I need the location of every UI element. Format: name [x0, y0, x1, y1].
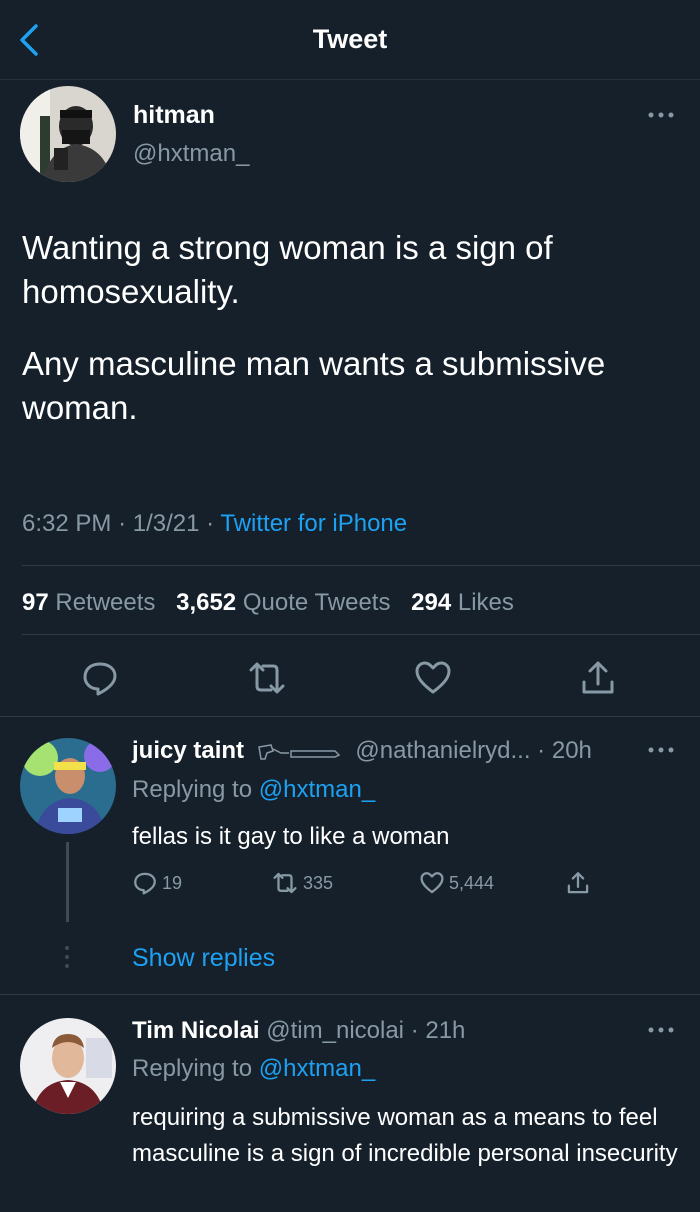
author-name[interactable]: hitman — [133, 101, 215, 130]
quote-tweets-label[interactable]: Quote Tweets — [243, 589, 391, 616]
divider — [0, 994, 700, 995]
reply-action[interactable]: 19 — [132, 870, 182, 896]
profile-photo-icon — [20, 738, 116, 834]
share-icon[interactable] — [578, 658, 618, 698]
reply-icon — [134, 872, 156, 895]
divider — [22, 634, 700, 635]
tweet-paragraph: Wanting a strong woman is a sign of homo… — [22, 229, 553, 310]
retweets-label[interactable]: Retweets — [55, 589, 155, 616]
reply-age: 20h — [551, 737, 592, 764]
replying-to-handle[interactable]: @hxtman_ — [259, 1055, 375, 1082]
reply-header: Tim Nicolai @tim_nicolai · 21h — [132, 1017, 466, 1044]
replying-to-handle[interactable]: @hxtman_ — [259, 776, 375, 803]
avatar[interactable] — [20, 738, 116, 834]
replying-to-label: Replying to — [132, 1055, 253, 1082]
profile-photo-icon — [20, 1018, 116, 1114]
reply-text: requiring a submissive woman as a means … — [132, 1104, 678, 1167]
tweet-date: 1/3/21 — [132, 510, 200, 537]
tweet-body: Wanting a strong woman is a sign of homo… — [22, 226, 672, 458]
tweet-metadata: 6:32 PM · 1/3/21 · Twitter for iPhone — [22, 510, 408, 537]
thread-dots-icon — [65, 946, 69, 968]
retweet-icon — [273, 872, 297, 894]
avatar[interactable] — [20, 86, 116, 182]
quote-tweets-count[interactable]: 3,652 — [176, 589, 236, 616]
like-action[interactable]: 5,444 — [419, 870, 494, 896]
gun-emoji-icon — [257, 743, 340, 760]
more-options-icon[interactable] — [646, 1025, 676, 1035]
reply-author-handle[interactable]: @nathanielryd... — [355, 737, 530, 764]
tweet-time: 6:32 PM — [22, 510, 112, 537]
divider — [22, 565, 700, 566]
reply-author-name[interactable]: juicy taint — [132, 737, 244, 764]
top-bar: Tweet — [0, 0, 700, 80]
author-handle[interactable]: @hxtman_ — [133, 140, 249, 168]
likes-count[interactable]: 294 — [411, 589, 451, 616]
profile-photo-icon — [20, 86, 116, 182]
show-replies-link[interactable]: Show replies — [132, 944, 275, 973]
reply-text: fellas is it gay to like a woman — [132, 823, 450, 850]
reply-icon[interactable] — [80, 658, 120, 698]
retweet-icon[interactable] — [247, 658, 287, 698]
retweet-action[interactable]: 335 — [271, 870, 333, 896]
reply-age: 21h — [425, 1017, 466, 1044]
avatar[interactable] — [20, 1018, 116, 1114]
like-count: 5,444 — [449, 872, 495, 893]
more-options-icon[interactable] — [646, 110, 676, 120]
replying-to: Replying to @hxtman_ — [132, 776, 375, 804]
page-title: Tweet — [312, 24, 388, 54]
thread-line — [66, 842, 69, 922]
reply-author-handle[interactable]: @tim_nicolai — [266, 1017, 404, 1044]
reply-count: 19 — [162, 872, 183, 893]
divider — [0, 716, 700, 717]
retweet-count: 335 — [303, 872, 334, 893]
like-heart-icon[interactable] — [413, 658, 453, 698]
replying-to: Replying to @hxtman_ — [132, 1055, 375, 1083]
retweets-count[interactable]: 97 — [22, 589, 49, 616]
engagement-stats: 97 Retweets 3,652 Quote Tweets 294 Likes — [22, 589, 514, 617]
more-options-icon[interactable] — [646, 745, 676, 755]
likes-label[interactable]: Likes — [458, 589, 514, 616]
share-icon[interactable] — [565, 870, 591, 896]
like-heart-icon — [420, 872, 444, 894]
reply-header: juicy taint @nathanielryd... · 20h — [132, 737, 592, 764]
tweet-paragraph: Any masculine man wants a submissive wom… — [22, 345, 606, 426]
reply-author-name[interactable]: Tim Nicolai — [132, 1017, 260, 1044]
replying-to-label: Replying to — [132, 776, 253, 803]
tweet-source[interactable]: Twitter for iPhone — [220, 510, 407, 537]
